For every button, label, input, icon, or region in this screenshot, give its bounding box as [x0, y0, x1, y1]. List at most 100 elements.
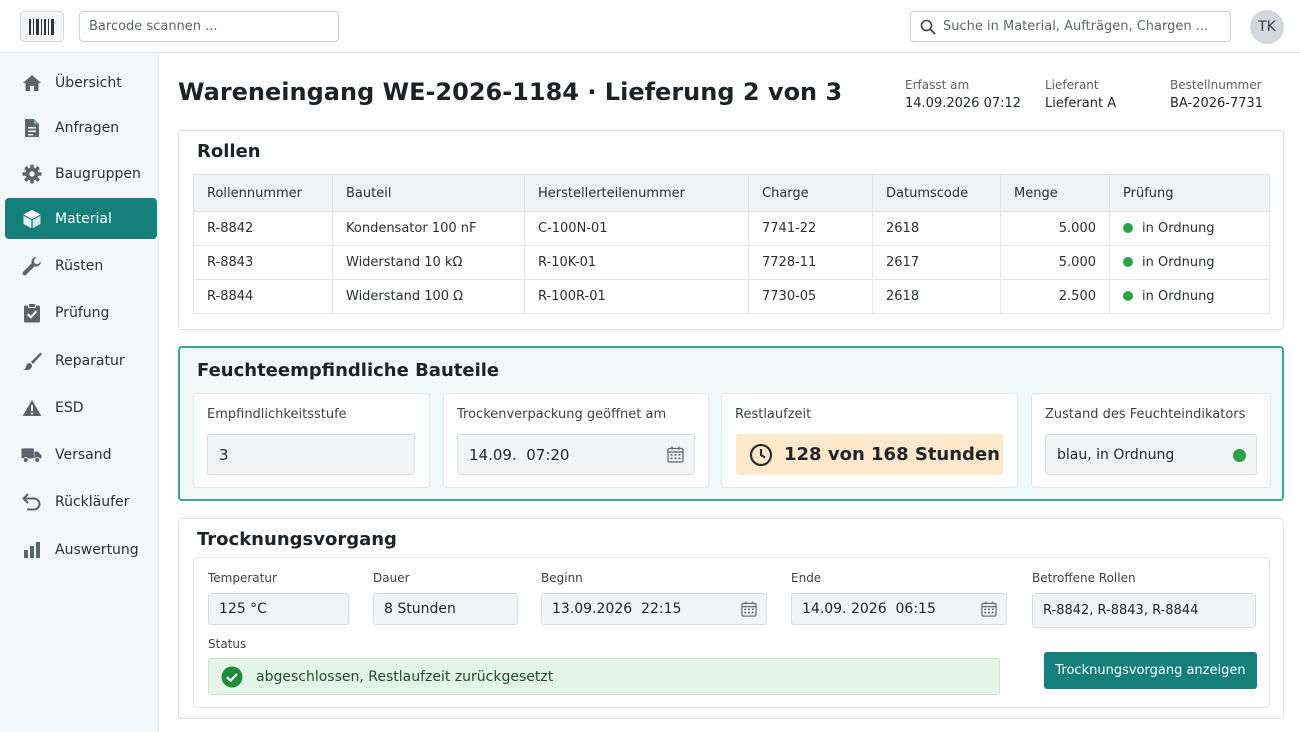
sidebar-item-ruesten[interactable]: Rüsten [5, 245, 157, 286]
affected-rolls-field[interactable]: R-8842, R-8843, R-8844 [1032, 593, 1256, 628]
checklist-icon [21, 302, 42, 323]
field-label: Betroffene Rollen [1032, 571, 1136, 585]
indicator-field[interactable]: blau, in Ordnung [1045, 434, 1257, 475]
column-header[interactable]: Charge [748, 174, 873, 212]
sidebar-item-pruefung[interactable]: Prüfung [5, 292, 157, 333]
table-cell: Widerstand 10 kΩ [332, 245, 525, 280]
column-header[interactable]: Rollennummer [193, 174, 333, 212]
search-input[interactable] [943, 12, 1228, 41]
table-cell: 2618 [872, 211, 1001, 246]
status-dot-icon [1123, 257, 1133, 267]
calendar-icon[interactable] [981, 601, 997, 621]
field-label: Status [208, 637, 247, 651]
opened-date-value: 14.09. 07:20 [469, 445, 570, 464]
sidebar-item-versand[interactable]: Versand [5, 434, 157, 475]
bar-chart-icon [21, 539, 42, 560]
meta-value: Lieferant A [1045, 96, 1117, 111]
field-label: Ende [791, 571, 822, 585]
user-avatar[interactable]: TK [1250, 10, 1284, 44]
meta-lieferant: Lieferant Lieferant A [1045, 78, 1116, 111]
sidebar-item-label: Rüsten [55, 257, 104, 274]
moisture-card: Feuchteempfindliche Bauteile Empfindlich… [178, 346, 1284, 501]
table-cell: 5.000 [1000, 211, 1110, 246]
sidebar-item-auswertung[interactable]: Auswertung [5, 529, 157, 570]
table-header-row: Rollennummer Bauteil Herstellerteilenumm… [193, 174, 1270, 212]
home-icon [21, 72, 42, 93]
status-text: in Ordnung [1142, 289, 1215, 304]
column-header[interactable]: Menge [1000, 174, 1110, 212]
sidebar-item-baugruppen[interactable]: Baugruppen [5, 153, 157, 194]
barcode-scanner-button[interactable] [20, 11, 64, 42]
restlaufzeit-value: 128 von 168 Stunden [784, 444, 1000, 465]
end-date-value: 14.09. 2026 06:15 [802, 601, 936, 617]
field-label: Temperatur [208, 571, 277, 585]
top-bar: TK [0, 0, 1300, 53]
field-label: Empfindlichkeitsstufe [207, 407, 347, 422]
drying-panel: Temperatur 125 °C Dauer 8 Stunden Beginn… [193, 557, 1270, 708]
restlaufzeit-display: 128 von 168 Stunden [736, 434, 1003, 475]
field-label: Dauer [373, 571, 410, 585]
start-date-field[interactable]: 13.09.2026 22:15 [541, 593, 767, 625]
meta-value: 14.09.2026 07:12 [905, 96, 1022, 111]
document-icon [21, 117, 42, 138]
field-label: Beginn [541, 571, 583, 585]
meta-label: Lieferant [1045, 78, 1099, 92]
status-text: in Ordnung [1142, 255, 1215, 270]
indicator-value: blau, in Ordnung [1057, 446, 1175, 463]
truck-icon [21, 444, 42, 465]
table-row[interactable]: R-8843 Widerstand 10 kΩ R-10K-01 7728-11… [193, 245, 1270, 280]
sidebar-item-material[interactable]: Material [5, 198, 157, 239]
calendar-icon[interactable] [667, 446, 684, 467]
opened-date-field[interactable]: 14.09. 07:20 [457, 434, 695, 475]
drying-card: Trocknungsvorgang Temperatur 125 °C Daue… [178, 518, 1284, 719]
table-row[interactable]: R-8842 Kondensator 100 nF C-100N-01 7741… [193, 211, 1270, 246]
sidebar-item-reparatur[interactable]: Reparatur [5, 340, 157, 381]
meta-label: Bestellnummer [1170, 78, 1262, 92]
page-title: Wareneingang WE-2026-1184 · Lieferung 2 … [178, 78, 843, 106]
drying-status-bar: abgeschlossen, Restlaufzeit zurückgesetz… [208, 658, 1000, 695]
table-cell: 7741-22 [748, 211, 873, 246]
section-title: Rollen [197, 141, 261, 162]
sensitivity-level-field[interactable]: 3 [207, 434, 415, 475]
sidebar-item-ruecklaeufer[interactable]: Rückläufer [5, 481, 157, 522]
meta-bestellnummer: Bestellnummer BA-2026-7731 [1170, 78, 1263, 111]
status-cell: in Ordnung [1109, 211, 1270, 246]
sidebar-item-esd[interactable]: ESD [5, 387, 157, 428]
table-cell: Kondensator 100 nF [332, 211, 525, 246]
table-cell: 7728-11 [748, 245, 873, 280]
search-box[interactable] [910, 11, 1231, 42]
meta-label: Erfasst am [905, 78, 970, 92]
duration-field[interactable]: 8 Stunden [373, 593, 518, 625]
status-cell: in Ordnung [1109, 245, 1270, 280]
temperature-field[interactable]: 125 °C [208, 593, 349, 625]
clock-icon [749, 443, 773, 471]
meta-value: BA-2026-7731 [1170, 96, 1264, 111]
sidebar-item-uebersicht[interactable]: Übersicht [5, 62, 157, 103]
sensitivity-panel: Empfindlichkeitsstufe 3 [193, 393, 430, 488]
barcode-input[interactable] [79, 11, 339, 42]
sidebar-item-label: Rückläufer [55, 493, 130, 510]
table-cell: R-8844 [193, 279, 333, 314]
column-header[interactable]: Bauteil [332, 174, 525, 212]
calendar-icon[interactable] [741, 601, 757, 621]
column-header[interactable]: Herstellerteilenummer [524, 174, 749, 212]
wrench-icon [21, 255, 42, 276]
show-drying-button[interactable]: Trocknungsvorgang anzeigen [1044, 652, 1257, 689]
sidebar-item-label: Versand [55, 446, 112, 463]
sidebar-item-label: Anfragen [55, 119, 120, 136]
sidebar-item-label: Prüfung [55, 304, 110, 321]
check-circle-icon [221, 666, 243, 692]
brush-icon [21, 350, 42, 371]
end-date-field[interactable]: 14.09. 2026 06:15 [791, 593, 1007, 625]
table-row[interactable]: R-8844 Widerstand 100 Ω R-100R-01 7730-0… [193, 279, 1270, 314]
table-cell: Widerstand 100 Ω [332, 279, 525, 314]
column-header[interactable]: Prüfung [1109, 174, 1270, 212]
sidebar-item-label: Auswertung [55, 541, 139, 558]
column-header[interactable]: Datumscode [872, 174, 1001, 212]
indicator-panel: Zustand des Feuchteindikators blau, in O… [1031, 393, 1271, 488]
sidebar-item-label: ESD [55, 399, 84, 416]
rollen-card: Rollen Rollennummer Bauteil Herstellerte… [178, 130, 1284, 330]
sidebar-item-anfragen[interactable]: Anfragen [5, 107, 157, 148]
gear-icon [21, 163, 42, 184]
drying-status-value: abgeschlossen, Restlaufzeit zurückgesetz… [256, 669, 554, 685]
